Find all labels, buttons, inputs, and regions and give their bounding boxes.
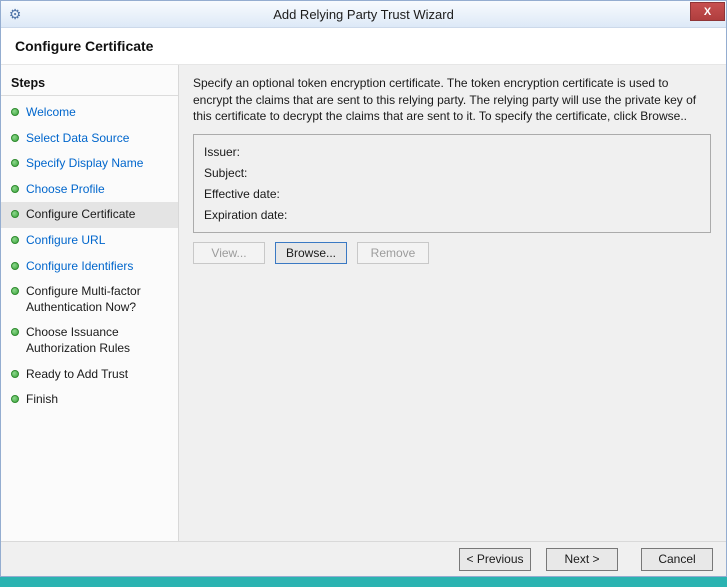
step-item-configure-multi-factor-authentication-now: Configure Multi-factor Authentication No… [1,279,178,320]
page-header: Configure Certificate [1,28,726,65]
step-item-choose-issuance-authorization-rules: Choose Issuance Authorization Rules [1,320,178,361]
steps-sidebar: Steps Welcome Select Data Source Specify D… [1,65,179,541]
wizard-footer: < Previous Next > Cancel [1,541,726,576]
step-label: Welcome [26,105,76,119]
cert-field-label: Effective date: [204,186,280,201]
description-text: Specify an optional token encryption cer… [193,76,697,124]
step-item-welcome[interactable]: Welcome [1,100,178,126]
step-label: Choose Issuance Authorization Rules [26,325,131,355]
step-label: Configure URL [26,232,106,247]
desktop-background: ⚙ Add Relying Party Trust Wizard X Confi… [0,0,727,587]
cert-field-issuer: Issuer: [204,142,700,163]
step-label: Choose Profile [26,181,105,196]
certificate-info-box: Issuer: Subject: Effective date: Expiration… [193,133,711,233]
step-status-icon [11,184,19,193]
step-item-specify-display-name[interactable]: Specify Display Name [1,151,178,177]
step-item-choose-profile[interactable]: Choose Profile [1,177,178,203]
steps-divider [1,95,178,96]
cancel-button[interactable]: Cancel [641,547,713,571]
step-label: Specify Display Name [26,156,144,171]
step-status-icon [11,261,19,270]
step-item-configure-url[interactable]: Configure URL [1,228,178,254]
step-status-icon [11,395,19,404]
cert-field-label: Expiration date: [204,207,288,222]
wizard-app-icon: ⚙ [8,6,22,22]
close-button[interactable]: X [690,2,725,21]
step-label: Configure Multi-factor Authentication No… [26,284,141,314]
view-button[interactable]: View... [193,241,265,264]
remove-button[interactable]: Remove [357,241,429,264]
step-status-icon [11,235,19,244]
cert-field-effective-date: Effective date: [204,184,700,205]
step-label: Ready to Add Trust [26,366,129,381]
step-item-ready-to-add-trust: Ready to Add Trust [1,362,178,388]
step-label: Configure Identifiers [26,258,134,273]
step-item-configure-certificate: Configure Certificate [1,202,178,228]
close-icon: X [703,5,712,18]
step-item-select-data-source[interactable]: Select Data Source [1,126,178,152]
page-title: Configure Certificate [15,38,154,54]
main-panel: Specify an optional token encryption cer… [179,65,726,541]
cert-field-expiration-date: Expiration date: [204,205,700,226]
steps-list: Welcome Select Data Source Specify Display… [1,100,178,413]
wizard-window: ⚙ Add Relying Party Trust Wizard X Confi… [0,0,727,577]
certificate-actions: View... Browse... Remove [193,241,711,264]
step-status-icon [11,328,19,337]
previous-button[interactable]: < Previous [459,547,531,571]
step-status-icon [11,159,19,168]
step-item-configure-identifiers[interactable]: Configure Identifiers [1,254,178,280]
step-label: Configure Certificate [26,207,136,222]
cert-field-label: Issuer: [204,144,241,159]
cert-field-label: Subject: [204,165,248,180]
browse-button[interactable]: Browse... [275,241,347,264]
step-status-icon [11,108,19,116]
step-status-icon [11,210,19,219]
step-label: Finish [26,392,59,407]
step-item-finish: Finish [1,387,178,413]
titlebar[interactable]: ⚙ Add Relying Party Trust Wizard X [1,1,726,28]
step-status-icon [11,369,19,378]
next-button[interactable]: Next > [546,547,618,571]
steps-title: Steps [11,76,46,90]
step-status-icon [11,287,19,296]
window-title: Add Relying Party Trust Wizard [273,6,454,22]
step-label: Select Data Source [26,130,130,145]
cert-field-subject: Subject: [204,163,700,184]
step-status-icon [11,133,19,142]
content-area: Steps Welcome Select Data Source Specify D… [1,65,726,541]
